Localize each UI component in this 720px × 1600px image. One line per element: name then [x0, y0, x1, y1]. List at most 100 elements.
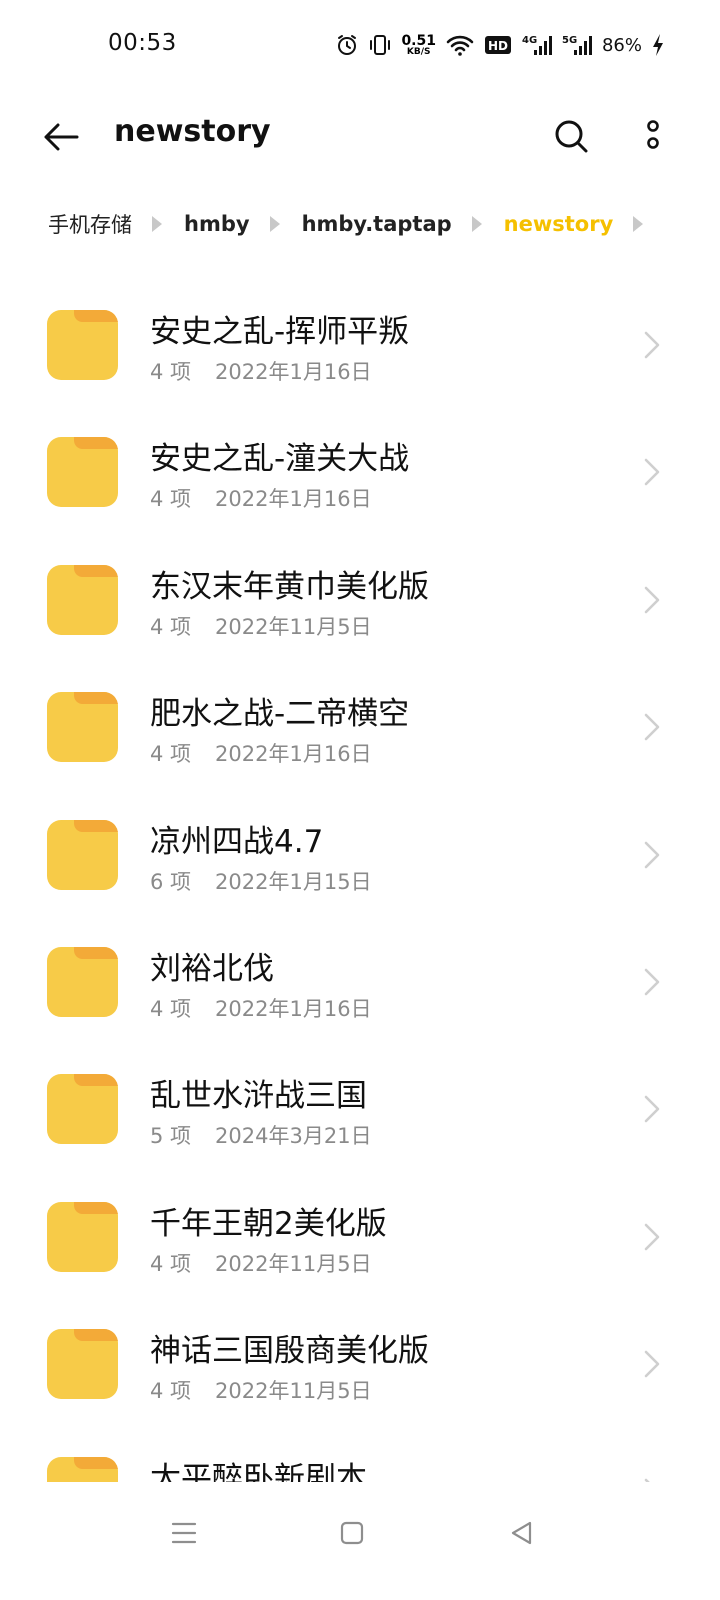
list-item[interactable]: 安史之乱-挥师平叛 4 项 2022年1月16日 — [0, 282, 720, 409]
folder-item-count: 4 项 — [150, 1379, 192, 1404]
chevron-right-icon — [644, 1223, 660, 1251]
list-item[interactable]: 凉州四战4.7 6 项 2022年1月15日 — [0, 792, 720, 919]
net-speed-value: 0.51 — [401, 32, 436, 49]
folder-date: 2022年1月15日 — [215, 869, 372, 894]
breadcrumb-separator-icon — [269, 216, 280, 232]
folder-date: 2022年11月5日 — [215, 1379, 372, 1404]
battery-percent: 86% — [601, 34, 642, 56]
breadcrumb-item-hmby-taptap[interactable]: hmby.taptap — [302, 212, 452, 236]
folder-icon — [47, 1074, 118, 1145]
home-button[interactable] — [322, 1508, 382, 1558]
back-arrow-icon — [44, 123, 79, 151]
folder-item-count: 6 项 — [150, 869, 192, 894]
list-item[interactable]: 安史之乱-潼关大战 4 项 2022年1月16日 — [0, 409, 720, 536]
folder-icon — [47, 692, 118, 763]
list-item[interactable]: 神话三国殷商美化版 4 项 2022年11月5日 — [0, 1301, 720, 1428]
folder-meta: 4 项 2022年1月16日 — [150, 356, 372, 386]
more-vertical-icon — [647, 120, 659, 149]
folder-name: 神话三国殷商美化版 — [150, 1333, 429, 1370]
folder-meta: 5 项 2024年3月21日 — [150, 1120, 372, 1150]
folder-date: 2022年11月5日 — [215, 1251, 372, 1276]
folder-item-count: 4 项 — [150, 614, 192, 639]
file-list[interactable]: 安史之乱-挥师平叛 4 项 2022年1月16日 安史之乱-潼关大战 4 项 202… — [0, 282, 720, 1482]
list-item[interactable]: 千年王朝2美化版 4 项 2022年11月5日 — [0, 1174, 720, 1301]
signal-5g-icon: 5G — [562, 35, 592, 55]
folder-icon — [47, 1456, 118, 1482]
vibrate-icon — [370, 35, 391, 55]
alarm-icon — [338, 35, 357, 55]
folder-name: 安史之乱-挥师平叛 — [150, 314, 410, 350]
folder-meta: 4 项 2022年11月5日 — [150, 1248, 372, 1278]
folder-meta: 4 项 2022年1月16日 — [150, 738, 372, 768]
system-back-button[interactable] — [492, 1508, 552, 1558]
home-square-icon — [340, 1521, 364, 1545]
folder-item-count: 4 项 — [150, 742, 192, 767]
charging-icon — [653, 34, 663, 56]
breadcrumb-separator-icon — [152, 216, 162, 232]
folder-meta: 4 项 2022年1月16日 — [150, 483, 372, 513]
list-item[interactable]: 刘裕北伐 4 项 2022年1月16日 — [0, 919, 720, 1046]
page-title: newstory — [114, 114, 271, 149]
chevron-right-icon — [644, 1350, 660, 1378]
signal-4g-icon: 4G — [522, 35, 552, 55]
chevron-right-icon — [644, 331, 660, 359]
title-bar: newstory — [0, 96, 720, 176]
folder-date: 2022年1月16日 — [215, 487, 372, 512]
folder-name: 太平醉卧新剧本 — [150, 1460, 367, 1482]
folder-name: 东汉末年黄巾美化版 — [150, 568, 429, 605]
folder-date: 2022年1月16日 — [215, 996, 372, 1021]
chevron-right-icon — [644, 1096, 660, 1123]
navigation-bar — [0, 1482, 720, 1600]
folder-icon — [47, 310, 118, 380]
svg-text:4G: 4G — [522, 35, 537, 46]
folder-meta: 4 项 2022年1月16日 — [150, 993, 372, 1023]
list-item[interactable]: 肥水之战-二帝横空 4 项 2022年1月16日 — [0, 664, 720, 791]
folder-item-count: 4 项 — [150, 996, 192, 1021]
list-item[interactable]: 太平醉卧新剧本 — [0, 1429, 720, 1482]
recent-apps-button[interactable] — [154, 1508, 214, 1558]
breadcrumb-separator-icon — [471, 216, 482, 232]
folder-name: 凉州四战4.7 — [150, 823, 324, 860]
back-triangle-icon — [511, 1521, 532, 1545]
more-options-button[interactable] — [630, 110, 676, 162]
folder-date: 2022年1月16日 — [215, 742, 372, 767]
folder-date: 2024年3月21日 — [215, 1124, 372, 1149]
status-bar: 00:53 0.51 KB/S HD 4G 5G 86% — [0, 0, 720, 90]
wifi-icon — [446, 35, 474, 56]
folder-date: 2022年1月16日 — [215, 360, 372, 384]
folder-icon — [47, 1329, 118, 1400]
folder-name: 千年王朝2美化版 — [150, 1205, 387, 1242]
menu-icon — [171, 1522, 197, 1544]
breadcrumb-item-hmby[interactable]: hmby — [184, 212, 250, 236]
folder-date: 2022年11月5日 — [215, 614, 372, 639]
folder-name: 安史之乱-潼关大战 — [150, 441, 410, 478]
folder-item-count: 4 项 — [150, 487, 192, 512]
folder-name: 刘裕北伐 — [150, 950, 274, 987]
net-speed: 0.51 KB/S — [401, 34, 436, 57]
svg-text:5G: 5G — [562, 35, 577, 46]
folder-icon — [47, 564, 118, 635]
breadcrumb-item-current[interactable]: newstory — [504, 212, 614, 236]
status-icons: 0.51 KB/S HD 4G 5G 86% — [335, 30, 664, 60]
folder-icon — [47, 946, 118, 1017]
back-button[interactable] — [36, 112, 86, 162]
breadcrumb-separator-icon — [633, 216, 644, 232]
breadcrumb: 手机存储 hmby hmby.taptap newstory — [48, 206, 665, 242]
folder-icon — [47, 437, 118, 508]
list-item[interactable]: 乱世水浒战三国 5 项 2024年3月21日 — [0, 1046, 720, 1173]
folder-name: 肥水之战-二帝横空 — [150, 696, 410, 733]
folder-meta: 6 项 2022年1月15日 — [150, 866, 372, 896]
folder-meta: 4 项 2022年11月5日 — [150, 1375, 372, 1405]
folder-icon — [47, 819, 118, 890]
folder-item-count: 5 项 — [150, 1124, 192, 1149]
folder-name: 乱世水浒战三国 — [150, 1078, 367, 1115]
folder-item-count: 4 项 — [150, 360, 192, 384]
list-item[interactable]: 东汉末年黄巾美化版 4 项 2022年11月5日 — [0, 537, 720, 664]
folder-item-count: 4 项 — [150, 1251, 192, 1276]
chevron-right-icon — [644, 586, 660, 614]
svg-text:HD: HD — [488, 39, 508, 53]
status-time: 00:53 — [108, 30, 177, 56]
search-button[interactable] — [545, 110, 597, 162]
breadcrumb-item-phone-storage[interactable]: 手机存储 — [48, 209, 132, 239]
chevron-right-icon — [644, 968, 660, 996]
